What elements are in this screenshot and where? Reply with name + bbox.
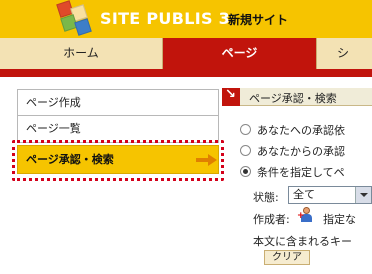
product-name: SITE PUBLIS 3 xyxy=(100,9,231,28)
clear-button[interactable]: クリア xyxy=(264,250,310,265)
sidebar-menu: ページ作成 ページ一覧 xyxy=(17,89,219,143)
author-value: 指定な xyxy=(323,213,356,226)
add-user-icon[interactable]: + xyxy=(297,207,315,223)
tab-underline xyxy=(0,69,372,77)
radio-approval-to-me[interactable]: あなたへの承認依 xyxy=(240,122,345,138)
sidebar-item-page-approval-search[interactable]: ページ承認・検索 xyxy=(17,145,219,174)
radio-button-icon[interactable] xyxy=(240,166,251,177)
arrow-down-right-icon xyxy=(222,87,240,106)
tab-page[interactable]: ページ xyxy=(163,38,316,69)
site-name: 新規サイト xyxy=(228,13,289,27)
tab-home[interactable]: ホーム xyxy=(0,38,163,69)
radio-button-icon[interactable] xyxy=(240,145,251,156)
radio-approval-from-me[interactable]: あなたからの承認 xyxy=(240,143,345,159)
sidebar-item-page-create[interactable]: ページ作成 xyxy=(17,89,219,116)
status-select[interactable]: 全て xyxy=(288,186,372,204)
radio-label: あなたへの承認依 xyxy=(257,124,345,137)
chevron-down-icon[interactable] xyxy=(355,187,371,203)
logo-icon xyxy=(54,0,94,36)
sidebar-item-label: ページ承認・検索 xyxy=(26,153,114,166)
radio-label: あなたからの承認 xyxy=(257,145,345,158)
author-label: 作成者: xyxy=(253,213,290,226)
radio-label: 条件を指定してペ xyxy=(257,166,345,179)
sidebar-item-page-list[interactable]: ページ一覧 xyxy=(17,116,219,143)
radio-button-icon[interactable] xyxy=(240,124,251,135)
status-label: 状態: xyxy=(253,191,279,204)
status-select-value: 全て xyxy=(293,188,315,201)
arrow-head-icon xyxy=(208,154,217,166)
tab-site[interactable]: シ xyxy=(316,38,372,69)
panel-title: ページ承認・検索 xyxy=(249,92,337,105)
radio-specify-conditions[interactable]: 条件を指定してペ xyxy=(240,164,345,180)
panel-header: ページ承認・検索 xyxy=(222,87,372,106)
app-header: SITE PUBLIS 3 新規サイト xyxy=(0,0,372,38)
body-search-label: 本文に含まれるキー xyxy=(253,235,352,248)
